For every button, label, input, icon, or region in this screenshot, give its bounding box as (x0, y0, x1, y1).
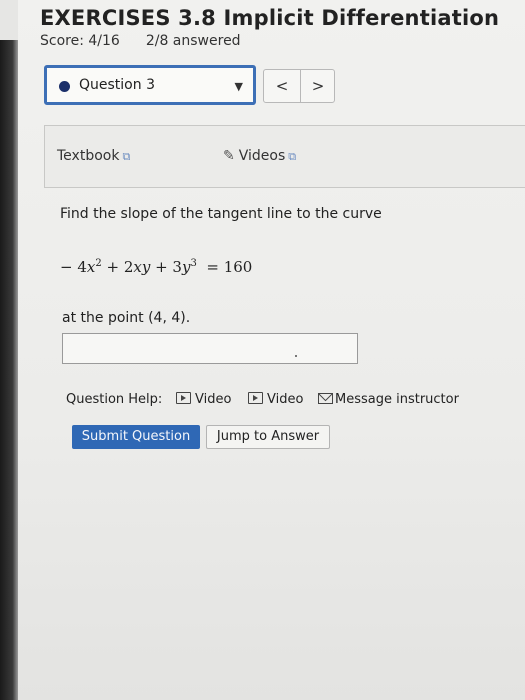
textbook-link[interactable]: Textbook ⧉ (57, 148, 130, 164)
score-text: Score: 4/16 (40, 33, 120, 49)
caret-down-icon: ▼ (234, 80, 243, 93)
answered-count: 2/8 answered (145, 33, 241, 49)
resources-bar: Textbook ⧉ ✎ Videos ⧉ (44, 125, 525, 188)
help-video-label-2: Video (267, 392, 304, 407)
question-dropdown-label: Question 3 (79, 77, 155, 93)
external-link-icon: ⧉ (288, 150, 297, 163)
help-video-link-2[interactable]: Video (248, 392, 303, 407)
envelope-icon (318, 393, 333, 404)
question-help-label: Question Help: (66, 392, 163, 407)
question-dropdown[interactable]: Question 3 ▼ (44, 65, 256, 105)
video-icon (248, 392, 263, 404)
input-marker (295, 355, 297, 357)
jump-to-answer-button[interactable]: Jump to Answer (206, 425, 330, 449)
submit-question-button[interactable]: Submit Question (72, 425, 200, 449)
message-instructor-label: Message instructor (335, 392, 459, 407)
point-text: at the point (4, 4). (62, 310, 191, 326)
previous-question-button[interactable]: < (264, 70, 301, 102)
videos-label: Videos (238, 148, 286, 164)
curve-equation: − 4x2 + 2xy + 3y3 = 160 (60, 258, 253, 276)
page-title: EXERCISES 3.8 Implicit Differentiation (40, 6, 500, 30)
score-line: Score: 4/16 2/8 answered (40, 33, 241, 49)
question-prompt: Find the slope of the tangent line to th… (60, 206, 382, 222)
textbook-label: Textbook (57, 148, 120, 164)
next-question-button[interactable]: > (300, 70, 336, 102)
screen-bezel (0, 40, 18, 700)
videos-link[interactable]: ✎ Videos ⧉ (223, 148, 296, 164)
page: EXERCISES 3.8 Implicit Differentiation S… (18, 0, 525, 700)
pencil-icon: ✎ (223, 148, 235, 164)
question-pager: < > (263, 69, 335, 103)
answer-input[interactable] (62, 333, 358, 364)
video-icon (176, 392, 191, 404)
help-video-link-1[interactable]: Video (176, 392, 231, 407)
external-link-icon: ⧉ (122, 150, 131, 163)
message-instructor-link[interactable]: Message instructor (318, 392, 459, 407)
question-status-dot-icon (59, 81, 70, 92)
help-video-label-1: Video (195, 392, 232, 407)
